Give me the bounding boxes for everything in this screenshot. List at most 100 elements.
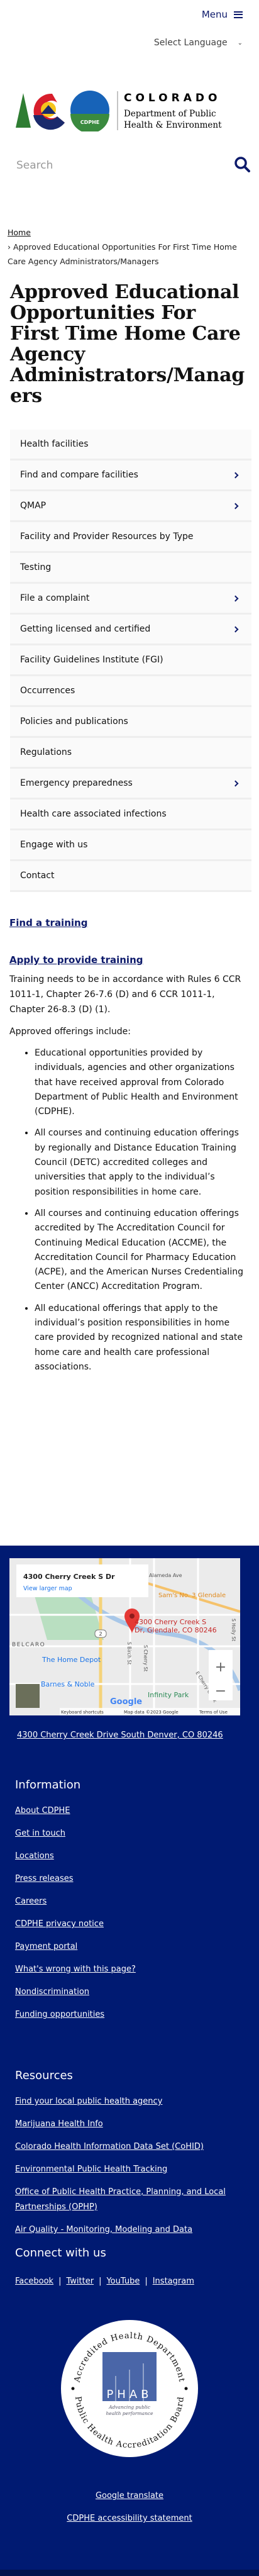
footer-info-link[interactable]: About CDPHE xyxy=(15,1806,70,1815)
offerings-label: Approved offerings include: xyxy=(9,1027,131,1037)
nav-item[interactable]: Engage with us xyxy=(10,830,251,861)
satellite-toggle[interactable] xyxy=(16,1684,40,1708)
social-link-instagram[interactable]: Instagram xyxy=(153,2277,194,2286)
offering-item: All courses and continuing education off… xyxy=(35,1207,248,1295)
nav-item-label: Health facilities xyxy=(20,439,89,449)
footer-info-link[interactable]: Nondiscrimination xyxy=(15,1987,89,1997)
map-street-label: S Birch St xyxy=(126,1642,132,1664)
nav-item-label: Policies and publications xyxy=(20,716,128,727)
footer-info-link[interactable]: Get in touch xyxy=(15,1829,65,1838)
chevron-right-icon[interactable] xyxy=(232,472,239,478)
nav-item-label: Regulations xyxy=(20,747,72,757)
nav-item-label: Facility and Provider Resources by Type xyxy=(20,532,194,542)
menu-button[interactable]: Menu xyxy=(202,9,243,20)
google-translate-link[interactable]: Google translate xyxy=(96,2491,163,2501)
map-place-title: 4300 Cherry Creek S Dr xyxy=(23,1573,115,1581)
zoom-in-button[interactable]: + xyxy=(215,1659,226,1675)
nav-item[interactable]: QMAP xyxy=(10,491,251,522)
footer: 4300 Cherry Creek S Dr, Glendale, CO 802… xyxy=(0,1546,259,2576)
footer-info-link[interactable]: Press releases xyxy=(15,1874,74,1883)
bottom-stripe xyxy=(0,2570,259,2576)
chevron-down-icon: ⌄ xyxy=(237,39,243,47)
map-label: Sam's No. 3 Glendale xyxy=(158,1592,226,1599)
view-larger-map-link[interactable]: View larger map xyxy=(23,1585,72,1592)
chevron-right-icon[interactable] xyxy=(232,780,239,786)
map-label: Alameda Ave xyxy=(149,1573,182,1578)
chevron-right-icon[interactable] xyxy=(232,503,239,509)
search-icon[interactable] xyxy=(234,156,250,172)
map-label: Barnes & Noble xyxy=(41,1680,95,1688)
apply-training-link[interactable]: Apply to provide training xyxy=(9,954,143,966)
connect-heading: Connect with us xyxy=(15,2246,106,2260)
footer-info-link[interactable]: What's wrong with this page? xyxy=(15,1965,136,1974)
social-links: Facebook | Twitter | YouTube | Instagram xyxy=(15,2270,194,2293)
map-label: BELCARO xyxy=(12,1642,45,1648)
social-link-facebook[interactable]: Facebook xyxy=(15,2277,53,2286)
cdphe-logo[interactable]: CDPHE COLORADO Department of Public Heal… xyxy=(16,90,245,133)
badge-text: CDPHE xyxy=(80,120,100,125)
nav-item-label: Facility Guidelines Institute (FGI) xyxy=(20,655,163,665)
nav-item[interactable]: Find and compare facilities xyxy=(10,460,251,491)
logo-state: COLORADO xyxy=(124,92,221,104)
footer-resource-link[interactable]: Air Quality - Monitoring, Modeling and D… xyxy=(15,2225,192,2234)
map-data-text: Map data ©2023 Google xyxy=(124,1710,179,1715)
social-link-twitter[interactable]: Twitter xyxy=(66,2277,94,2286)
breadcrumb-separator: › xyxy=(8,242,11,252)
phab-mark: PHAB xyxy=(106,2388,152,2401)
information-heading: Information xyxy=(15,1778,81,1792)
nav-item[interactable]: Emergency preparedness xyxy=(10,769,251,800)
nav-item-label: Engage with us xyxy=(20,840,88,850)
main-content: Find a training Apply to provide trainin… xyxy=(9,915,248,1381)
information-links: About CDPHE Get in touch Locations Press re… xyxy=(15,1800,136,2026)
phab-seal: Accredited Health Department Public Heal… xyxy=(60,2319,199,2458)
footer-resource-link[interactable]: Find your local public health agency xyxy=(15,2097,162,2106)
nav-item-label: Getting licensed and certified xyxy=(20,624,151,634)
nav-item-label: File a complaint xyxy=(20,593,90,603)
nav-item[interactable]: Health facilities xyxy=(10,430,251,460)
nav-item-label: Testing xyxy=(20,562,52,572)
social-link-youtube[interactable]: YouTube xyxy=(106,2277,140,2286)
footer-info-link[interactable]: Funding opportunities xyxy=(15,2010,104,2019)
nav-item[interactable]: Facility Guidelines Institute (FGI) xyxy=(10,645,251,676)
search-input[interactable] xyxy=(16,156,230,175)
resources-heading: Resources xyxy=(15,2069,73,2082)
nav-item[interactable]: Occurrences xyxy=(10,676,251,707)
map-street-label: S Cherry St xyxy=(143,1645,148,1671)
intro-text: Training needs to be in accordance with … xyxy=(9,974,241,1015)
footer-info-link[interactable]: Locations xyxy=(15,1851,54,1861)
footer-info-link[interactable]: CDPHE privacy notice xyxy=(15,1919,104,1929)
footer-resource-link[interactable]: Office of Public Health Practice, Planni… xyxy=(15,2187,226,2212)
chevron-right-icon[interactable] xyxy=(232,626,239,632)
breadcrumb-home[interactable]: Home xyxy=(8,228,31,237)
embedded-map[interactable]: 4300 Cherry Creek S Dr, Glendale, CO 802… xyxy=(9,1558,240,1715)
breadcrumb: Home › Approved Educational Opportunitie… xyxy=(8,225,256,269)
chevron-right-icon[interactable] xyxy=(232,595,239,601)
keyboard-shortcuts-link[interactable]: Keyboard shortcuts xyxy=(61,1710,104,1715)
offering-item: All educational offerings that apply to … xyxy=(35,1302,248,1374)
footer-info-link[interactable]: Careers xyxy=(15,1897,47,1906)
nav-item[interactable]: Facility and Provider Resources by Type xyxy=(10,522,251,553)
nav-item-label: QMAP xyxy=(20,501,47,511)
footer-resource-link[interactable]: Environmental Public Health Tracking xyxy=(15,2165,167,2174)
find-training-link[interactable]: Find a training xyxy=(9,917,87,928)
nav-item[interactable]: Regulations xyxy=(10,738,251,769)
hamburger-icon xyxy=(234,11,243,18)
nav-item[interactable]: Testing xyxy=(10,553,251,584)
footer-info-link[interactable]: Payment portal xyxy=(15,1942,77,1951)
footer-resource-link[interactable]: Marijuana Health Info xyxy=(15,2119,103,2129)
nav-item-label: Emergency preparedness xyxy=(20,778,133,788)
offering-item: All courses and continuing education off… xyxy=(35,1126,248,1199)
language-select[interactable]: Select Language ⌄ xyxy=(154,38,243,48)
nav-item[interactable]: Contact xyxy=(10,861,251,892)
zoom-out-button[interactable]: − xyxy=(215,1683,226,1699)
nav-item[interactable]: Getting licensed and certified xyxy=(10,615,251,645)
terms-link[interactable]: Terms of Use xyxy=(199,1710,228,1715)
resources-links: Find your local public health agency Mari… xyxy=(15,2090,241,2241)
breadcrumb-current: Approved Educational Opportunities For F… xyxy=(8,242,237,266)
address-link[interactable]: 4300 Cherry Creek Drive South Denver, CO… xyxy=(17,1731,223,1740)
accessibility-statement-link[interactable]: CDPHE accessibility statement xyxy=(67,2514,192,2523)
footer-resource-link[interactable]: Colorado Health Information Data Set (Co… xyxy=(15,2142,204,2151)
nav-item[interactable]: Health care associated infections xyxy=(10,800,251,830)
nav-item[interactable]: File a complaint xyxy=(10,584,251,615)
nav-item[interactable]: Policies and publications xyxy=(10,707,251,738)
